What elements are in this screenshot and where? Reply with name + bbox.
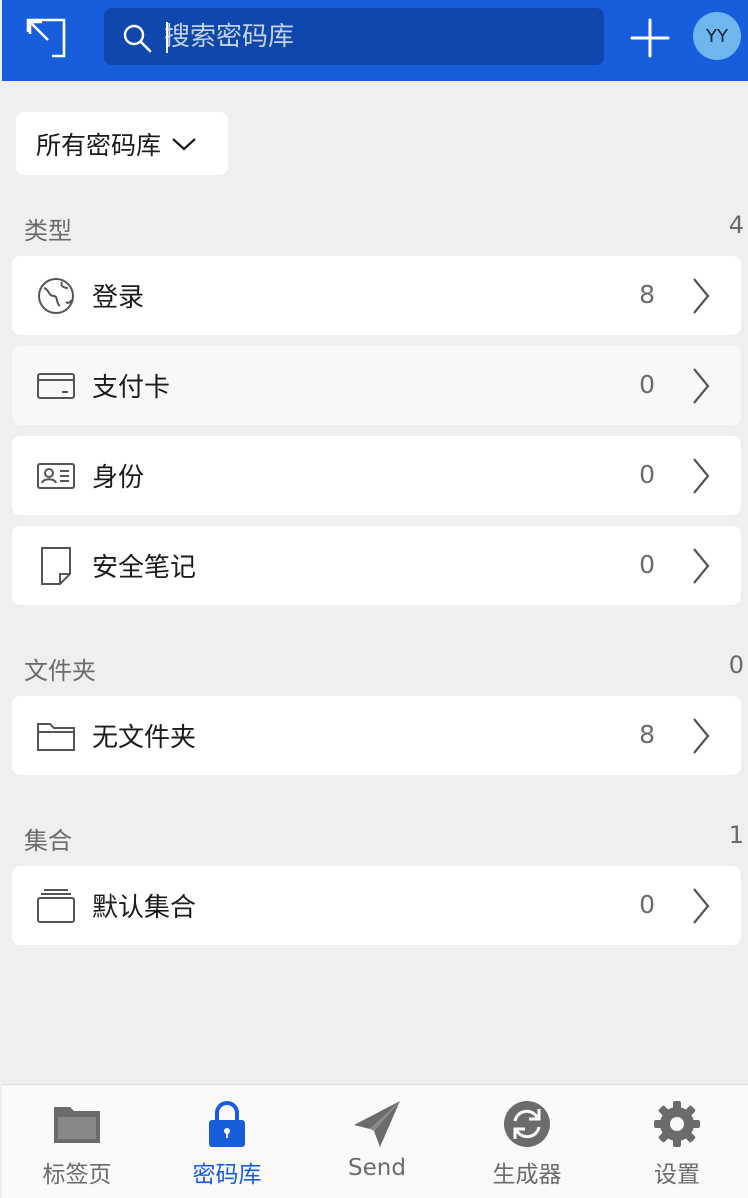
search-input[interactable]	[164, 8, 594, 65]
id-card-icon	[37, 463, 75, 489]
row-count: 0	[639, 550, 655, 579]
section-count: 0	[728, 651, 744, 679]
popout-button[interactable]	[24, 16, 68, 60]
row-count: 8	[639, 280, 655, 309]
row-label: 身份	[92, 463, 145, 493]
section-header-folders: 文件夹 0	[24, 651, 744, 685]
collection-row-default[interactable]: 默认集合 0	[12, 866, 741, 945]
folder-row-no-folder[interactable]: 无文件夹 8	[12, 696, 741, 775]
section-header-types: 类型 4	[24, 211, 744, 245]
popout-icon	[26, 18, 66, 58]
tab-vault[interactable]: 密码库	[152, 1085, 302, 1198]
section-header-collections: 集合 1	[24, 821, 744, 855]
tab-label: 设置	[654, 1162, 700, 1188]
lock-icon	[209, 1101, 245, 1147]
row-count: 0	[639, 370, 655, 399]
tab-label: 标签页	[42, 1162, 112, 1188]
plus-icon	[630, 18, 670, 58]
refresh-icon	[504, 1101, 550, 1147]
type-row-login[interactable]: 登录 8	[12, 256, 741, 335]
section-title: 文件夹	[24, 657, 96, 685]
top-bar: YY	[2, 0, 748, 81]
chevron-down-icon	[172, 137, 196, 150]
row-label: 无文件夹	[92, 723, 197, 753]
tab-send[interactable]: Send	[302, 1085, 452, 1198]
row-count: 0	[639, 890, 655, 919]
add-item-button[interactable]	[628, 16, 672, 60]
chevron-right-icon	[693, 278, 710, 314]
section-count: 1	[728, 821, 744, 849]
tab-label: Send	[348, 1155, 406, 1181]
chevron-right-icon	[693, 888, 710, 924]
search-box[interactable]	[104, 8, 604, 65]
search-icon	[123, 24, 152, 53]
vault-app: YY 所有密码库 类型 4 登录 8 支付卡 0	[2, 0, 748, 1198]
row-count: 0	[639, 460, 655, 489]
note-icon	[41, 547, 71, 585]
account-avatar[interactable]: YY	[693, 12, 741, 60]
type-row-secure-note[interactable]: 安全笔记 0	[12, 526, 741, 605]
globe-icon	[38, 278, 74, 314]
folder-icon	[37, 723, 75, 751]
collection-icon	[37, 889, 75, 923]
folder-tab-icon	[54, 1107, 100, 1143]
tab-label: 密码库	[192, 1162, 262, 1188]
section-title: 集合	[24, 827, 72, 855]
chevron-right-icon	[693, 718, 710, 754]
type-row-card[interactable]: 支付卡 0	[12, 346, 741, 425]
gear-icon	[654, 1101, 700, 1147]
tab-label: 生成器	[492, 1162, 562, 1188]
credit-card-icon	[37, 373, 75, 399]
tab-current-tab[interactable]: 标签页	[2, 1085, 152, 1198]
row-label: 支付卡	[92, 373, 171, 403]
paper-plane-icon	[354, 1101, 400, 1147]
type-row-identity[interactable]: 身份 0	[12, 436, 741, 515]
vault-selector[interactable]: 所有密码库	[16, 112, 228, 175]
row-label: 默认集合	[92, 893, 197, 923]
chevron-right-icon	[693, 458, 710, 494]
section-title: 类型	[24, 217, 72, 245]
row-count: 8	[639, 720, 655, 749]
chevron-right-icon	[693, 368, 710, 404]
vault-selector-label: 所有密码库	[36, 130, 162, 160]
bottom-navigation: 标签页 密码库 Send 生成器 设置	[2, 1084, 748, 1198]
tab-settings[interactable]: 设置	[602, 1085, 748, 1198]
row-label: 安全笔记	[92, 553, 197, 583]
chevron-right-icon	[693, 548, 710, 584]
tab-generator[interactable]: 生成器	[452, 1085, 602, 1198]
section-count: 4	[728, 211, 744, 239]
row-label: 登录	[92, 283, 145, 313]
